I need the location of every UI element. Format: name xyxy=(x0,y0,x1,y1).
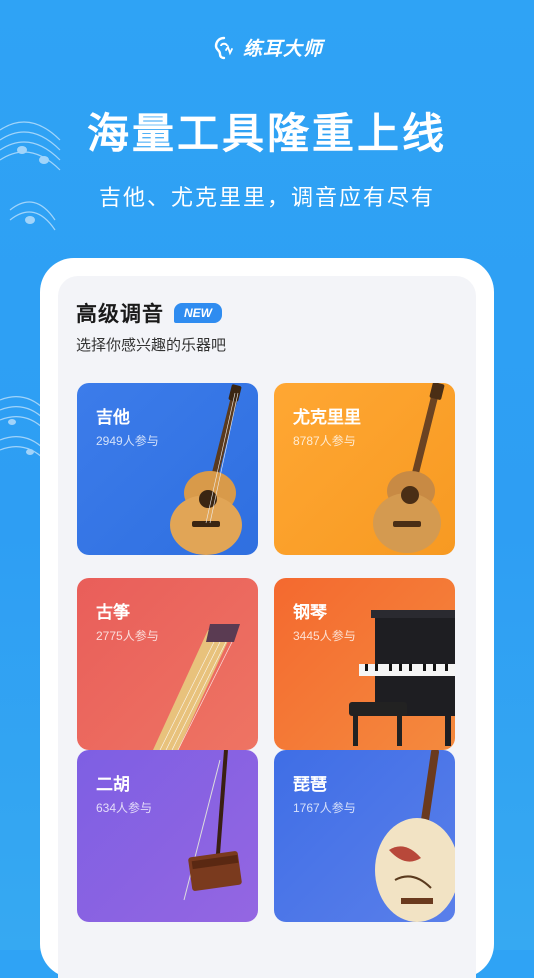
instrument-card-ukulele[interactable]: 尤克里里 8787人参与 xyxy=(274,383,455,555)
instrument-card-guitar[interactable]: 吉他 2949人参与 xyxy=(77,383,258,555)
hero-subtitle: 吉他、尤克里里，调音应有尽有 xyxy=(98,185,435,210)
new-badge: NEW xyxy=(174,303,222,323)
instrument-name: 吉他 xyxy=(96,408,130,427)
phone-frame: 高级调音 NEW 选择你感兴趣的乐器吧 吉他 2949人参与 尤克里里 8787… xyxy=(40,258,494,978)
app-name: 练耳大师 xyxy=(242,39,323,60)
instrument-card-pipa[interactable]: 琵琶 1767人参与 xyxy=(274,750,455,922)
piano-icon xyxy=(349,610,455,746)
erhu-icon xyxy=(183,750,242,901)
section-subtitle: 选择你感兴趣的乐器吧 xyxy=(76,337,227,354)
instrument-card-piano[interactable]: 钢琴 3445人参与 xyxy=(274,578,455,750)
music-notes-decoration-icon xyxy=(0,396,45,461)
instrument-name: 古筝 xyxy=(96,603,130,622)
brand-header: 练耳大师 xyxy=(0,34,534,61)
ear-music-icon xyxy=(214,36,233,59)
section-title: 高级调音 xyxy=(76,303,164,326)
participant-count: 1767人参与 xyxy=(293,801,356,815)
instrument-card-erhu[interactable]: 二胡 634人参与 xyxy=(77,750,258,922)
participant-count: 634人参与 xyxy=(96,801,153,815)
guitar-icon xyxy=(170,384,242,555)
participant-count: 8787人参与 xyxy=(293,434,356,448)
instrument-name: 二胡 xyxy=(96,775,130,794)
section-header: 高级调音 NEW xyxy=(76,298,222,328)
instrument-name: 尤克里里 xyxy=(293,408,361,427)
participant-count: 2949人参与 xyxy=(96,434,159,448)
instrument-card-guzheng[interactable]: 古筝 2775人参与 xyxy=(77,578,258,750)
instrument-name: 钢琴 xyxy=(293,603,327,622)
pipa-icon xyxy=(375,750,455,922)
phone-screen: 高级调音 NEW 选择你感兴趣的乐器吧 吉他 2949人参与 尤克里里 8787… xyxy=(58,276,476,978)
hero-title: 海量工具隆重上线 xyxy=(86,110,447,157)
ukulele-icon xyxy=(373,383,445,553)
guzheng-icon xyxy=(153,624,240,750)
instrument-name: 琵琶 xyxy=(293,775,327,794)
